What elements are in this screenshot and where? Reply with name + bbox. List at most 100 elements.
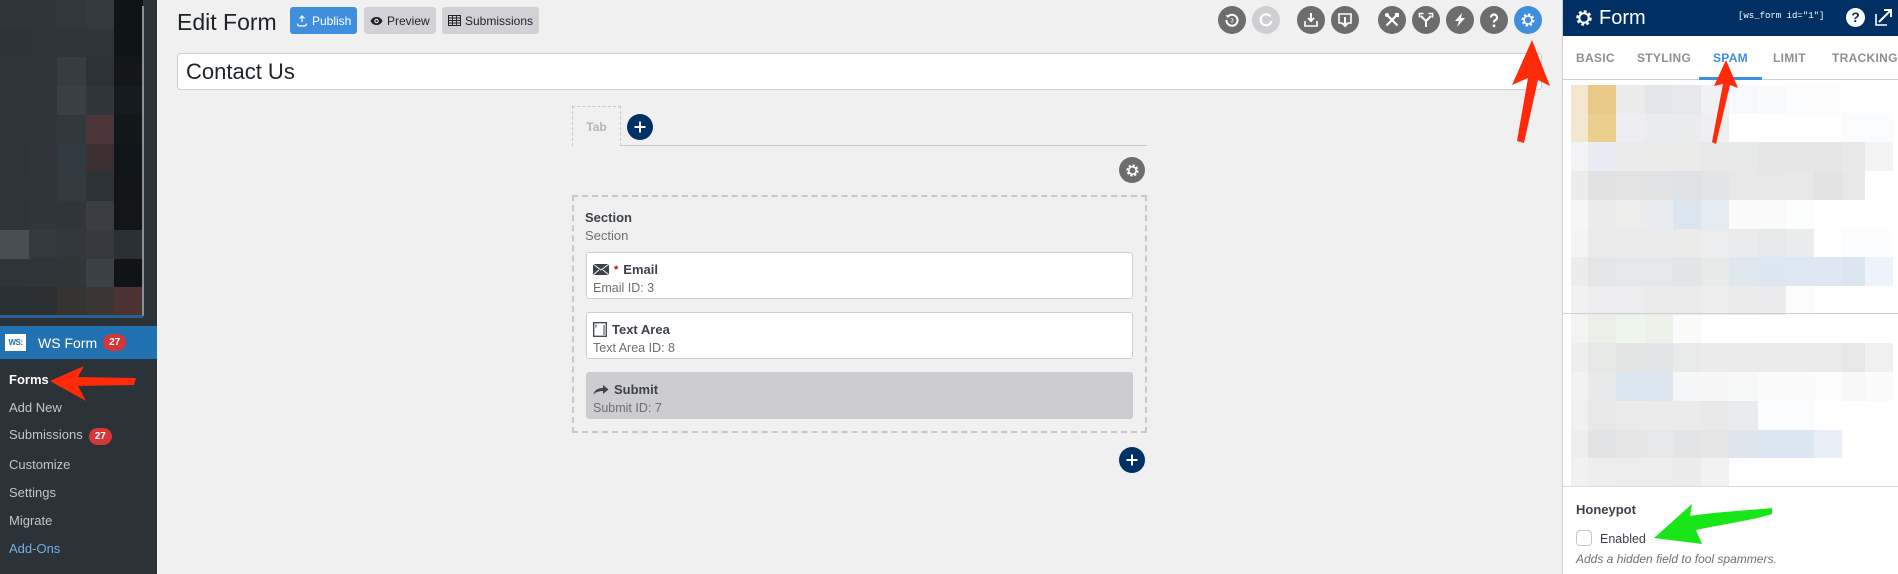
- conditional-button[interactable]: [1412, 6, 1440, 34]
- import-button[interactable]: [1297, 6, 1325, 34]
- sidebar-item-migrate[interactable]: Migrate: [9, 513, 52, 528]
- blur-block: [1588, 85, 1616, 114]
- tab-tracking[interactable]: TRACKING: [1832, 51, 1898, 65]
- blur-block: [1814, 171, 1842, 200]
- blur-block: [1814, 314, 1842, 344]
- blur-block: [85, 172, 115, 202]
- sidebar-item-add-ons[interactable]: Add-Ons: [9, 541, 60, 556]
- blur-block: [1616, 372, 1645, 401]
- publish-button[interactable]: Publish: [290, 7, 358, 34]
- blur-block: [28, 229, 58, 259]
- blur-block: [85, 287, 115, 316]
- panel-help-button[interactable]: ?: [1846, 8, 1865, 27]
- add-section-button[interactable]: [1119, 447, 1145, 473]
- tab-styling[interactable]: STYLING: [1637, 51, 1691, 65]
- sidebar-item-forms[interactable]: Forms: [9, 372, 49, 387]
- blur-block: [1786, 314, 1814, 344]
- blur-block: [1645, 372, 1673, 401]
- blur-block: [1786, 85, 1814, 114]
- tools-button[interactable]: [1378, 6, 1406, 34]
- blur-block: [1701, 113, 1729, 143]
- blur-block: [57, 0, 86, 29]
- blur-block: [1814, 142, 1842, 172]
- blur-block: [1616, 400, 1645, 430]
- blur-block: [1729, 85, 1758, 114]
- blur-block: [114, 0, 143, 29]
- blur-block: [1588, 257, 1616, 286]
- expand-icon[interactable]: [1875, 8, 1893, 26]
- section-settings-button[interactable]: [1119, 157, 1145, 183]
- blur-block: [1729, 171, 1758, 200]
- field-email[interactable]: * Email Email ID: 3: [586, 252, 1133, 299]
- blur-block: [1865, 400, 1893, 430]
- blur-block: [1786, 199, 1814, 229]
- blur-block: [114, 258, 143, 288]
- blur-block: [1758, 372, 1786, 401]
- blur-block: [114, 287, 143, 316]
- panel-divider: [1563, 313, 1898, 314]
- field-text-area[interactable]: Text Area Text Area ID: 8: [586, 312, 1133, 359]
- add-tab-button[interactable]: [627, 114, 653, 140]
- blur-block: [1758, 171, 1786, 200]
- blur-block: [1616, 458, 1645, 487]
- blur-block: [1865, 257, 1893, 286]
- blur-block: [1701, 343, 1729, 373]
- sidebar-item-add-new[interactable]: Add New: [9, 400, 62, 415]
- export-button[interactable]: [1331, 6, 1359, 34]
- blur-block: [57, 287, 86, 316]
- blur-block: [1758, 113, 1786, 143]
- field-submit[interactable]: Submit Submit ID: 7: [586, 372, 1133, 419]
- blur-block: [1814, 458, 1842, 487]
- blurred-settings-region: [1571, 85, 1893, 487]
- blur-block: [1729, 257, 1758, 286]
- blur-block: [1645, 458, 1673, 487]
- sidebar-item-label: Migrate: [9, 513, 53, 528]
- tab-form-tab[interactable]: Tab: [572, 106, 621, 146]
- tab-limit[interactable]: LIMIT: [1773, 51, 1806, 65]
- help-button[interactable]: [1480, 6, 1508, 34]
- tab-basic[interactable]: BASIC: [1576, 51, 1615, 65]
- sidebar-plugin-header[interactable]: WS: WS Form 27: [0, 326, 157, 359]
- blur-block: [1814, 400, 1842, 430]
- blur-block: [1673, 113, 1701, 143]
- blur-block: [57, 172, 86, 202]
- blur-block: [1571, 343, 1588, 373]
- actions-button[interactable]: [1446, 6, 1474, 34]
- honeypot-enabled-checkbox[interactable]: [1576, 530, 1592, 546]
- tab-spam[interactable]: SPAM: [1713, 51, 1748, 65]
- preview-button[interactable]: Preview: [364, 7, 436, 34]
- history-button[interactable]: 3: [1218, 6, 1246, 34]
- blur-block: [28, 143, 58, 173]
- sidebar-item-settings[interactable]: Settings: [9, 485, 56, 500]
- blur-block: [85, 0, 115, 29]
- form-name-input[interactable]: [177, 53, 1542, 90]
- blur-block: [1673, 429, 1701, 459]
- blur-block: [1588, 400, 1616, 430]
- blur-block: [1701, 429, 1729, 459]
- honeypot-enabled-label[interactable]: Enabled: [1600, 532, 1646, 546]
- eye-icon: [370, 16, 383, 25]
- wp-admin-sidebar: WS: WS Form 27 Forms Add New Submissions…: [0, 0, 157, 574]
- submissions-button[interactable]: Submissions: [442, 7, 540, 34]
- page-title: Edit Form: [177, 9, 277, 35]
- redo-button[interactable]: [1252, 6, 1280, 34]
- blur-block: [1842, 458, 1865, 487]
- form-settings-button[interactable]: [1514, 6, 1542, 34]
- blur-block: [1571, 113, 1588, 143]
- blur-block: [1865, 458, 1893, 487]
- blur-block: [57, 229, 86, 259]
- blur-block: [114, 201, 143, 230]
- blur-block: [1645, 199, 1673, 229]
- blur-block: [1865, 343, 1893, 373]
- tools-icon: [1385, 13, 1399, 27]
- field-subtitle: Email ID: 3: [593, 281, 655, 295]
- blur-block: [1758, 85, 1786, 114]
- blur-block: [1758, 458, 1786, 487]
- shortcode-text[interactable]: [ws_form id="1"]: [1738, 11, 1824, 21]
- blur-block: [1673, 372, 1701, 401]
- sidebar-item-submissions[interactable]: Submissions 27: [9, 427, 112, 445]
- sidebar-item-customize[interactable]: Customize: [9, 457, 70, 472]
- blur-block: [1571, 142, 1588, 172]
- blur-block: [1645, 343, 1673, 373]
- sidebar-item-label: Submissions: [9, 427, 83, 442]
